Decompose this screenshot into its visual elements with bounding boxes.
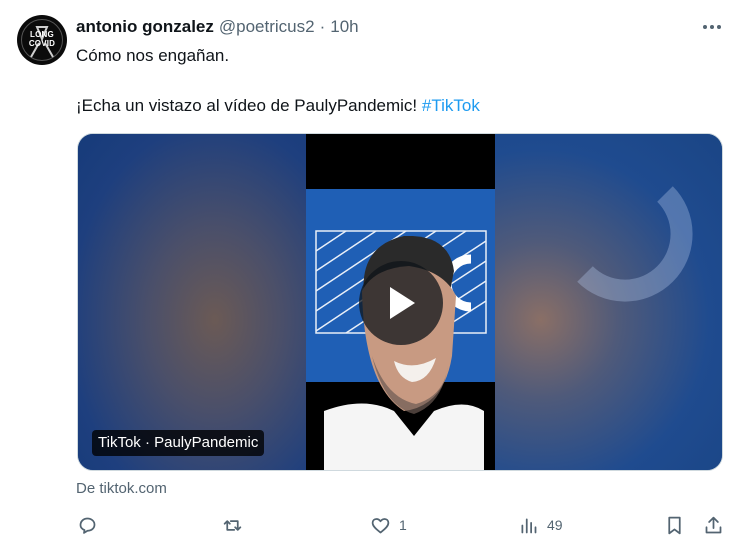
bookmark-button[interactable] [664, 510, 685, 540]
play-button[interactable] [359, 261, 443, 345]
avatar-text-bottom: COVID [28, 39, 56, 48]
share-icon [705, 516, 722, 533]
card-source-link[interactable]: De tiktok.com [76, 480, 167, 497]
heart-icon [371, 517, 390, 533]
views-count: 49 [547, 517, 563, 533]
tweet[interactable]: LONG COVID antonio gonzalez @poetricus2 … [0, 0, 742, 554]
share-button[interactable] [703, 510, 724, 540]
blurred-background-right [495, 134, 722, 470]
more-icon [703, 25, 721, 29]
author-name[interactable]: antonio gonzalez [76, 17, 214, 37]
views-button[interactable]: 49 [518, 510, 563, 540]
tweet-text-line1: Cómo nos engañan. [76, 46, 230, 65]
like-count: 1 [399, 517, 407, 533]
retweet-button[interactable] [222, 510, 251, 540]
hashtag-link[interactable]: #TikTok [422, 96, 480, 115]
action-bar: 1 49 [0, 510, 742, 540]
blurred-background-left [78, 134, 306, 470]
tweet-header: antonio gonzalez @poetricus2 · 10h [76, 16, 359, 38]
tweet-time[interactable]: 10h [330, 17, 358, 37]
author-handle[interactable]: @poetricus2 [219, 17, 315, 37]
play-icon [390, 287, 415, 319]
retweet-icon [223, 519, 242, 531]
video-source-badge: TikTok · PaulyPandemic [92, 430, 265, 456]
avatar[interactable]: LONG COVID [17, 15, 67, 65]
bookmark-icon [668, 516, 681, 534]
tweet-text-line2: ¡Echa un vistazo al vídeo de PaulyPandem… [76, 95, 480, 117]
reply-button[interactable] [77, 510, 106, 540]
separator-dot: · [319, 17, 326, 36]
blurred-logo-shape [577, 186, 693, 302]
avatar-text-top: LONG [30, 30, 54, 39]
video-card[interactable]: TikTok · PaulyPandemic [77, 133, 723, 471]
more-options-button[interactable] [700, 17, 724, 37]
reply-icon [79, 517, 96, 534]
like-button[interactable]: 1 [370, 510, 407, 540]
views-icon [521, 518, 537, 533]
tweet-text-prefix: ¡Echa un vistazo al vídeo de PaulyPandem… [76, 96, 422, 115]
